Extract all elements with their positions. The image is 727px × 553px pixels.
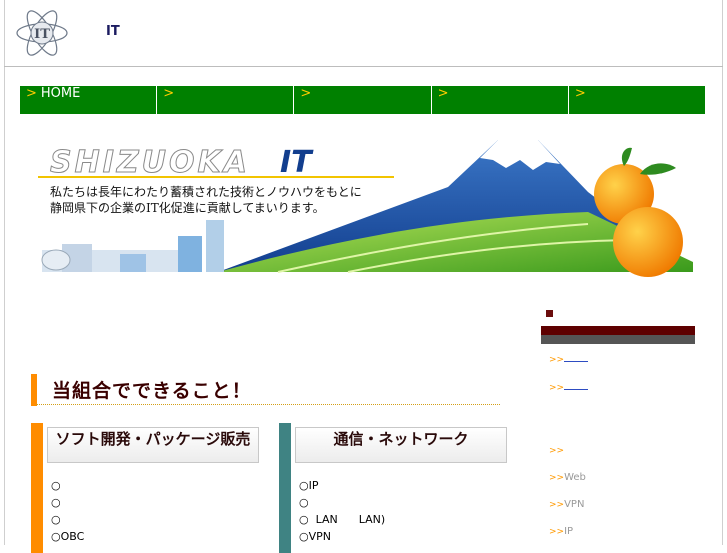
sidebar-bullet-icon [546,310,553,317]
list-item[interactable]: ○ [51,494,84,511]
nav-item-5[interactable]: > [568,86,706,114]
panel-title[interactable]: 通信・ネットワーク [295,427,507,463]
nav-label: HOME [40,86,81,101]
panel-network: 通信・ネットワーク ○IP ○ ○ LAN LAN) ○VPN [279,423,509,553]
nav-arrow-icon: > [437,86,449,101]
logo-text: IT [34,27,50,42]
banner-title-it: IT [280,145,314,180]
sidebar-link-label [564,380,589,390]
panel-software: ソフト開発・パッケージ販売 ○ ○ ○ ○OBC [31,423,261,553]
panel-title[interactable]: ソフト開発・パッケージ販売 [47,427,259,463]
link-arrow-icon: >> [549,355,565,365]
sidebar-link-ip[interactable]: >>IP [549,526,573,537]
section-divider [36,404,500,405]
section-title: 当組合でできること！ [52,380,252,402]
nav-item-home[interactable]: > HOME [20,86,158,114]
main-nav: > HOME > > > > [20,86,706,114]
sidebar-link-label: VPN [564,499,585,510]
sidebar-header-bar [541,326,695,335]
sidebar-header-bar-shadow [541,335,695,344]
banner-title-latin: SHIZUOKA [50,145,250,180]
nav-arrow-icon: > [574,86,586,101]
section-marker [31,374,37,406]
hero-banner: SHIZUOKA IT 私たちは長年にわたり蓄積された技術とノウハウをもとに 静… [38,140,693,277]
sidebar-link-1[interactable]: >> [549,352,589,365]
banner-line-1: 私たちは長年にわたり蓄積された技術とノウハウをもとに [50,184,362,199]
list-item[interactable]: ○ [51,477,84,494]
nav-item-2[interactable]: > [157,86,295,114]
site-header: IT IT [0,0,727,66]
list-item[interactable]: ○ [299,494,385,511]
nav-item-4[interactable]: > [431,86,569,114]
logo-icon[interactable]: IT [14,8,70,58]
panel-accent-bar [279,423,291,553]
link-arrow-icon: >> [549,383,565,393]
link-arrow-icon: >> [549,446,565,456]
panel-accent-bar [31,423,43,553]
sidebar-link-vpn[interactable]: >>VPN [549,499,584,510]
header-divider [4,66,723,67]
panel-list: ○ ○ ○ ○OBC [51,477,84,545]
link-arrow-icon: >> [549,527,565,537]
sidebar-link-label [564,352,589,362]
frame-left-border [4,0,5,545]
nav-arrow-icon: > [300,86,312,101]
nav-item-3[interactable]: > [294,86,432,114]
nav-arrow-icon: > [163,86,175,101]
page: IT IT > HOME > > > > SHIZUOKA IT 私たちは長年に… [0,0,727,553]
list-item[interactable]: ○ [51,511,84,528]
list-item[interactable]: ○IP [299,477,385,494]
sidebar-link-web[interactable]: >>Web [549,472,586,483]
city-illustration [41,220,224,272]
sidebar-link-label: Web [564,472,586,483]
sidebar-link-2[interactable]: >> [549,380,589,393]
nav-arrow-icon: > [26,86,37,101]
list-item[interactable]: ○ LAN LAN) [299,511,385,528]
list-item[interactable]: ○OBC [51,528,84,545]
link-arrow-icon: >> [549,473,565,483]
panel-list: ○IP ○ ○ LAN LAN) ○VPN [299,477,385,545]
banner-line-2: 静岡県下の企業のIT化促進に貢献してまいります。 [50,200,325,215]
list-item[interactable]: ○VPN [299,528,385,545]
sidebar-link-3[interactable]: >> [549,445,564,456]
site-name[interactable]: IT [106,24,120,39]
link-arrow-icon: >> [549,500,565,510]
frame-right-border [722,0,723,545]
sidebar-link-label: IP [564,526,574,537]
